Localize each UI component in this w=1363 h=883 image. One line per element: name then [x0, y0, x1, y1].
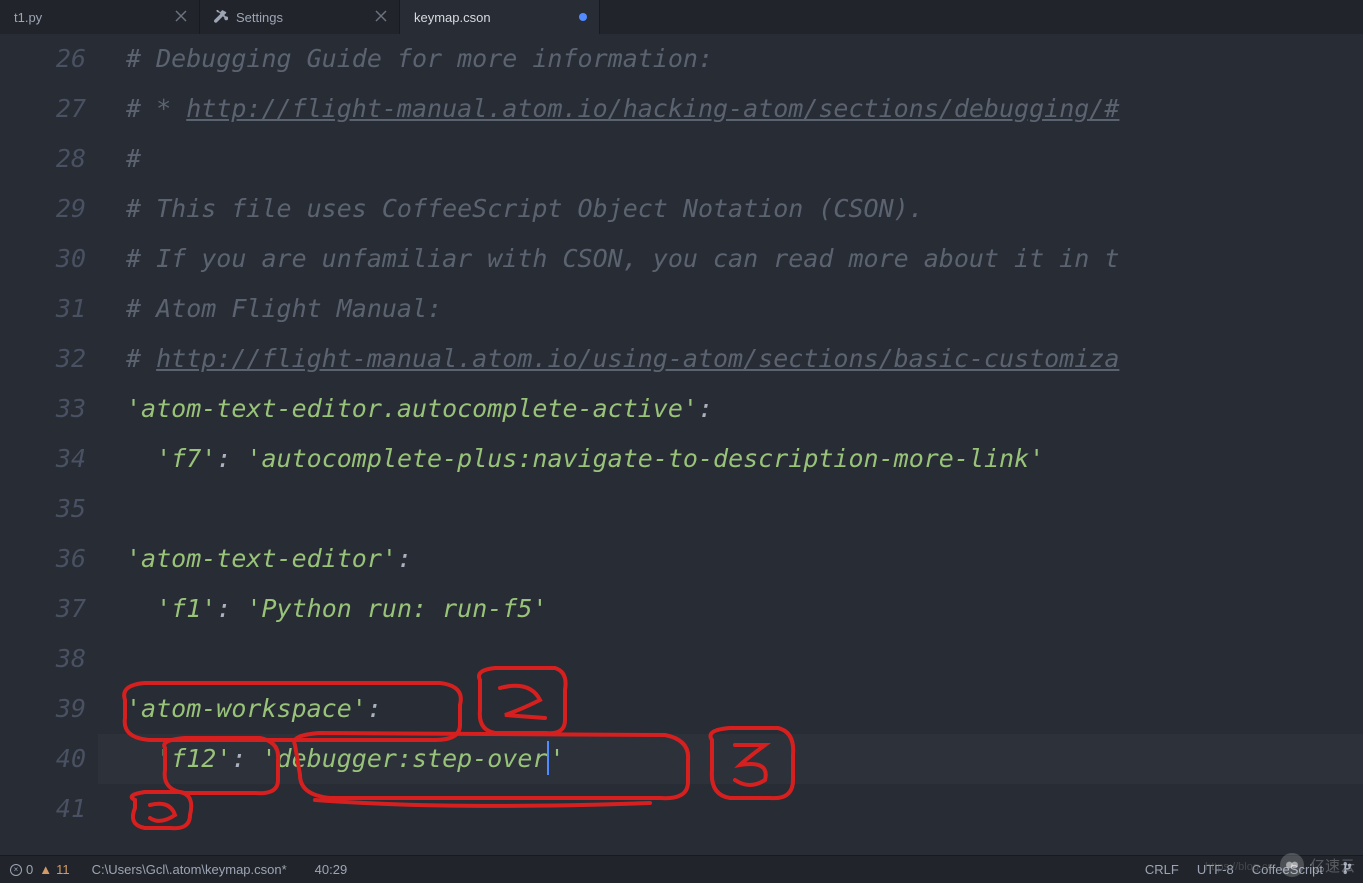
error-icon: × — [10, 864, 22, 876]
code-token: 'atom-text-editor.autocomplete-active' — [126, 394, 698, 423]
code-line[interactable] — [98, 484, 1363, 534]
wrench-icon — [214, 10, 228, 24]
file-path[interactable]: C:\Users\Gcl\.atom\keymap.cson* — [92, 862, 287, 877]
code-line[interactable]: # http://flight-manual.atom.io/using-ato… — [98, 334, 1363, 384]
close-icon[interactable] — [175, 10, 189, 24]
line-number[interactable]: 27 — [0, 84, 86, 134]
code-line[interactable]: 'f7': 'autocomplete-plus:navigate-to-des… — [98, 434, 1363, 484]
code-token: # * — [126, 94, 186, 123]
line-number[interactable]: 39 — [0, 684, 86, 734]
tab-settings[interactable]: Settings — [200, 0, 400, 34]
diagnostics-errors[interactable]: × 0 — [10, 862, 33, 877]
code-token: # Atom Flight Manual: — [126, 294, 442, 323]
tab-t1py[interactable]: t1.py — [0, 0, 200, 34]
code-token: 'Python run: run-f5' — [246, 594, 547, 623]
code-token — [126, 744, 156, 773]
watermark-brand: 亿速云 — [1310, 855, 1355, 876]
tab-keymap[interactable]: keymap.cson — [400, 0, 600, 34]
code-token — [126, 594, 156, 623]
line-number[interactable]: 37 — [0, 584, 86, 634]
close-icon[interactable] — [375, 10, 389, 24]
code-token: # — [126, 344, 156, 373]
warning-icon: ▲ — [39, 862, 52, 877]
code-line[interactable]: # Atom Flight Manual: — [98, 284, 1363, 334]
tab-label: t1.py — [14, 10, 42, 25]
code-line[interactable]: # If you are unfamiliar with CSON, you c… — [98, 234, 1363, 284]
line-number[interactable]: 41 — [0, 784, 86, 834]
line-number[interactable]: 40 — [0, 734, 86, 784]
error-count: 0 — [26, 862, 33, 877]
code-token: : — [397, 544, 412, 573]
watermark: 亿速云 — [1280, 853, 1355, 877]
text-editor[interactable]: 26272829303132333435363738394041 # Debug… — [0, 34, 1363, 847]
code-token: : — [216, 444, 246, 473]
code-line[interactable]: 'atom-workspace': — [98, 684, 1363, 734]
code-token: 'debugger:step-over — [261, 744, 547, 773]
tab-label: keymap.cson — [414, 10, 491, 25]
line-ending[interactable]: CRLF — [1145, 862, 1179, 877]
line-number[interactable]: 26 — [0, 34, 86, 84]
tab-label: Settings — [236, 10, 283, 25]
line-number[interactable]: 38 — [0, 634, 86, 684]
line-number[interactable]: 35 — [0, 484, 86, 534]
code-line[interactable]: # This file uses CoffeeScript Object Not… — [98, 184, 1363, 234]
code-token: : — [231, 744, 261, 773]
code-line[interactable]: # — [98, 134, 1363, 184]
modified-indicator-icon — [579, 13, 587, 21]
code-line[interactable]: 'atom-text-editor': — [98, 534, 1363, 584]
line-number[interactable]: 31 — [0, 284, 86, 334]
line-number[interactable]: 32 — [0, 334, 86, 384]
code-line[interactable]: 'atom-text-editor.autocomplete-active': — [98, 384, 1363, 434]
code-token: 'atom-workspace' — [126, 694, 367, 723]
watermark-icon — [1280, 853, 1304, 877]
line-number[interactable]: 36 — [0, 534, 86, 584]
code-token — [126, 444, 156, 473]
tab-bar: t1.py Settings keymap.cson — [0, 0, 1363, 34]
code-token: : — [216, 594, 246, 623]
code-token: http://flight-manual.atom.io/using-atom/… — [156, 344, 1119, 373]
code-token: http://flight-manual.atom.io/hacking-ato… — [186, 94, 1119, 123]
code-token: : — [367, 694, 382, 723]
diagnostics-warnings[interactable]: ▲ 11 — [39, 862, 69, 877]
code-token: 'f7' — [156, 444, 216, 473]
code-token: # If you are unfamiliar with CSON, you c… — [126, 244, 1119, 273]
code-token: : — [698, 394, 713, 423]
code-token: # — [126, 144, 141, 173]
code-token: # Debugging Guide for more information: — [126, 44, 713, 73]
code-token: ' — [549, 744, 564, 773]
code-line[interactable]: # Debugging Guide for more information: — [98, 34, 1363, 84]
line-number[interactable]: 28 — [0, 134, 86, 184]
line-number[interactable]: 30 — [0, 234, 86, 284]
code-line[interactable]: # * http://flight-manual.atom.io/hacking… — [98, 84, 1363, 134]
code-line[interactable] — [98, 784, 1363, 834]
cursor-position[interactable]: 40:29 — [315, 862, 348, 877]
line-number-gutter[interactable]: 26272829303132333435363738394041 — [0, 34, 98, 847]
code-area[interactable]: # Debugging Guide for more information: #… — [98, 34, 1363, 847]
line-number[interactable]: 33 — [0, 384, 86, 434]
code-line[interactable]: 'f12': 'debugger:step-over' — [98, 734, 1363, 784]
code-token: 'f12' — [156, 744, 231, 773]
status-bar: × 0 ▲ 11 C:\Users\Gcl\.atom\keymap.cson*… — [0, 855, 1363, 883]
code-token: 'atom-text-editor' — [126, 544, 397, 573]
warning-count: 11 — [56, 862, 70, 877]
line-number[interactable]: 29 — [0, 184, 86, 234]
code-token: 'f1' — [156, 594, 216, 623]
code-line[interactable]: 'f1': 'Python run: run-f5' — [98, 584, 1363, 634]
text-cursor — [547, 741, 549, 775]
code-token: 'autocomplete-plus:navigate-to-descripti… — [246, 444, 1044, 473]
line-number[interactable]: 34 — [0, 434, 86, 484]
code-line[interactable] — [98, 634, 1363, 684]
watermark-url: https://blog.cs — [1205, 861, 1273, 873]
code-token: # This file uses CoffeeScript Object Not… — [126, 194, 924, 223]
